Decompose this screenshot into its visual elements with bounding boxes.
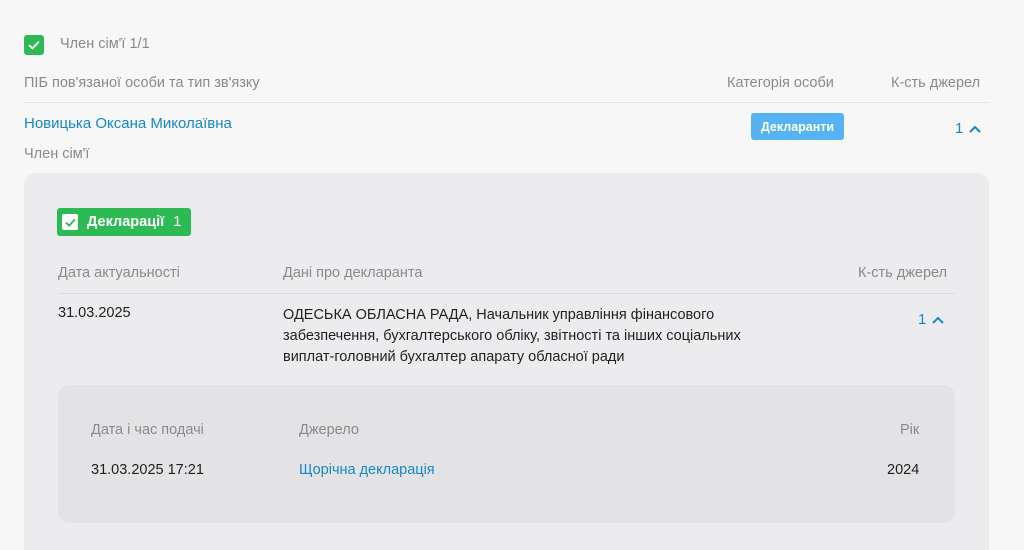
- chevron-up-icon: [969, 125, 982, 133]
- decl-sources-toggle[interactable]: 1: [918, 311, 945, 328]
- decl-column-date: Дата актуальності: [58, 265, 180, 281]
- sources-table: [58, 385, 955, 523]
- decl-header-divider: [58, 293, 955, 294]
- decl-column-info: Дані про декларанта: [283, 265, 423, 281]
- sources-column-datetime: Дата і час подачі: [91, 422, 204, 438]
- sources-row-year: 2024: [887, 462, 920, 478]
- person-sources-toggle[interactable]: 1: [955, 120, 982, 137]
- chevron-up-icon: [932, 316, 945, 324]
- family-member-checkbox[interactable]: [24, 35, 44, 55]
- column-header-sources: К-сть джерел: [891, 75, 981, 91]
- sources-column-year: Рік: [900, 422, 920, 438]
- family-member-header-label: Член сім'ї 1/1: [60, 36, 150, 52]
- decl-row-date: 31.03.2025: [58, 305, 131, 321]
- decl-info-line-3: виплат-головний бухгалтер апарату обласн…: [283, 349, 625, 365]
- checkbox-checked-icon: [62, 214, 78, 230]
- decl-info-line-1: ОДЕСЬКА ОБЛАСНА РАДА, Начальник управлін…: [283, 307, 715, 323]
- sources-row-source-link[interactable]: Щорічна декларація: [299, 462, 435, 478]
- column-header-category: Категорія особи: [727, 75, 834, 91]
- column-header-name: ПІБ пов'язаної особи та тип зв'язку: [24, 75, 260, 91]
- person-relation: Член сім'ї: [24, 146, 90, 162]
- decl-sources-count: 1: [918, 311, 927, 328]
- declarations-tag-count: 1: [173, 214, 182, 230]
- person-sources-count: 1: [955, 120, 964, 137]
- sources-column-source: Джерело: [299, 422, 359, 438]
- sources-row-datetime: 31.03.2025 17:21: [91, 462, 204, 478]
- header-divider: [24, 102, 989, 103]
- decl-column-sources: К-сть джерел: [858, 265, 948, 281]
- declarations-tag-label: Декларації: [87, 214, 165, 230]
- decl-row-info: ОДЕСЬКА ОБЛАСНА РАДА, Начальник управлін…: [283, 305, 823, 368]
- decl-info-line-2: забезпечення, бухгалтерського обліку, зв…: [283, 328, 741, 344]
- checkmark-icon: [28, 40, 40, 50]
- person-name-link[interactable]: Новицька Оксана Миколаївна: [24, 115, 232, 132]
- category-badge: Декларанти: [751, 113, 844, 140]
- declarations-tag[interactable]: Декларації 1: [57, 208, 192, 236]
